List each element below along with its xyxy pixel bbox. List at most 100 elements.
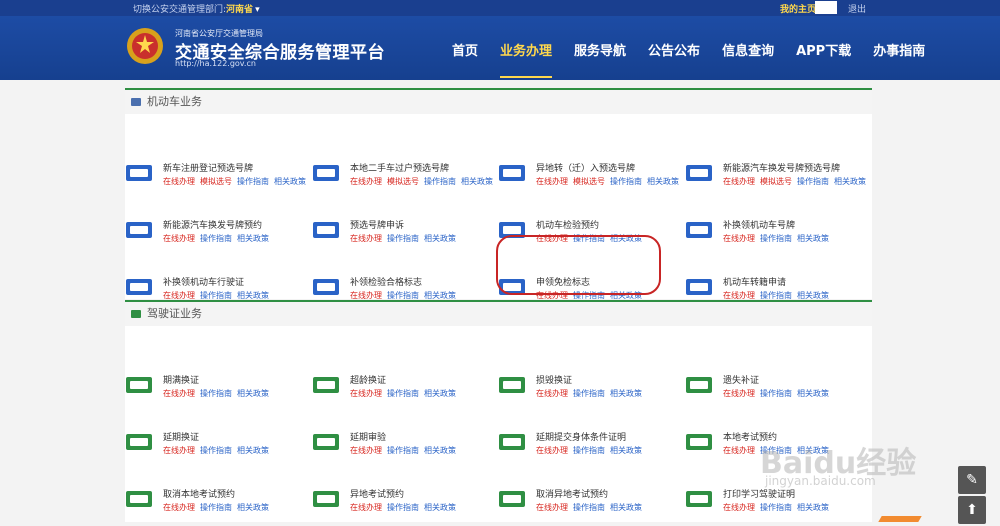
card-link[interactable]: 在线办理 bbox=[723, 234, 755, 243]
card-link[interactable]: 在线办理 bbox=[723, 446, 755, 455]
service-card[interactable]: 本地二手车过户预选号牌 在线办理 模拟选号 操作指南 相关政策 bbox=[312, 160, 493, 200]
card-link[interactable]: 相关政策 bbox=[237, 389, 269, 398]
card-title[interactable]: 延期换证 bbox=[163, 430, 199, 443]
card-link[interactable]: 相关政策 bbox=[237, 503, 269, 512]
service-card[interactable]: 延期审验在线办理 操作指南 相关政策 bbox=[312, 429, 492, 469]
caret-down-icon[interactable]: ▾ bbox=[255, 5, 260, 15]
card-link[interactable]: 操作指南 bbox=[200, 446, 232, 455]
card-title[interactable]: 取消本地考试预约 bbox=[163, 487, 235, 500]
service-card[interactable]: 新能源汽车换发号牌预约 在线办理 操作指南 相关政策 bbox=[125, 217, 305, 257]
card-link[interactable]: 相关政策 bbox=[610, 446, 642, 455]
card-link[interactable]: 在线办理 bbox=[350, 177, 382, 186]
card-title[interactable]: 预选号牌申诉 bbox=[350, 218, 404, 231]
card-link[interactable]: 在线办理 bbox=[536, 177, 568, 186]
card-link[interactable]: 在线办理 bbox=[350, 291, 382, 300]
card-link[interactable]: 操作指南 bbox=[237, 177, 269, 186]
service-card[interactable]: 损毁换证 在线办理 操作指南 相关政策 bbox=[498, 372, 678, 412]
card-link[interactable]: 相关政策 bbox=[797, 234, 829, 243]
card-title[interactable]: 机动车转籍申请 bbox=[723, 275, 786, 288]
card-link[interactable]: 操作指南 bbox=[760, 389, 792, 398]
card-link[interactable]: 模拟选号 bbox=[200, 177, 232, 186]
service-card[interactable]: 异地转（迁）入预选号牌 在线办理 模拟选号 操作指南 相关政策 bbox=[498, 160, 679, 200]
card-link[interactable]: 相关政策 bbox=[610, 389, 642, 398]
card-link[interactable]: 操作指南 bbox=[387, 291, 419, 300]
card-title[interactable]: 机动车检验预约 bbox=[536, 218, 599, 231]
card-title[interactable]: 损毁换证 bbox=[536, 373, 572, 386]
card-link[interactable]: 操作指南 bbox=[387, 389, 419, 398]
card-title[interactable]: 遗失补证 bbox=[723, 373, 759, 386]
nav-info-query[interactable]: 信息查询 bbox=[722, 40, 774, 70]
card-link[interactable]: 操作指南 bbox=[760, 291, 792, 300]
card-link[interactable]: 操作指南 bbox=[760, 234, 792, 243]
card-link[interactable]: 相关政策 bbox=[274, 177, 306, 186]
card-link[interactable]: 相关政策 bbox=[424, 291, 456, 300]
card-title[interactable]: 取消异地考试预约 bbox=[536, 487, 608, 500]
card-link[interactable]: 在线办理 bbox=[350, 503, 382, 512]
card-link[interactable]: 在线办理 bbox=[163, 389, 195, 398]
card-link[interactable]: 操作指南 bbox=[200, 503, 232, 512]
service-card[interactable]: 新车注册登记预选号牌在线办理 模拟选号 操作指南 相关政策 bbox=[125, 160, 306, 200]
card-link[interactable]: 模拟选号 bbox=[387, 177, 419, 186]
card-link[interactable]: 操作指南 bbox=[387, 503, 419, 512]
card-link[interactable]: 操作指南 bbox=[200, 234, 232, 243]
service-card[interactable]: 超龄换证在线办理 操作指南 相关政策 bbox=[312, 372, 492, 412]
card-link[interactable]: 在线办理 bbox=[163, 291, 195, 300]
province-name[interactable]: 河南省 bbox=[226, 5, 253, 15]
card-link[interactable]: 操作指南 bbox=[200, 389, 232, 398]
card-link[interactable]: 相关政策 bbox=[424, 234, 456, 243]
card-title[interactable]: 异地考试预约 bbox=[350, 487, 404, 500]
card-title[interactable]: 打印学习驾驶证明 bbox=[723, 487, 795, 500]
service-card[interactable]: 延期换证 在线办理 操作指南 相关政策 bbox=[125, 429, 305, 469]
my-homepage-link[interactable]: 我的主页 bbox=[780, 2, 816, 15]
card-link[interactable]: 在线办理 bbox=[163, 177, 195, 186]
card-title[interactable]: 期满换证 bbox=[163, 373, 199, 386]
card-link[interactable]: 操作指南 bbox=[200, 291, 232, 300]
nav-home[interactable]: 首页 bbox=[452, 40, 478, 70]
card-link[interactable]: 在线办理 bbox=[536, 446, 568, 455]
card-link[interactable]: 操作指南 bbox=[610, 177, 642, 186]
card-link[interactable]: 操作指南 bbox=[387, 446, 419, 455]
card-link[interactable]: 在线办理 bbox=[350, 234, 382, 243]
card-link[interactable]: 相关政策 bbox=[424, 446, 456, 455]
card-link[interactable]: 操作指南 bbox=[760, 503, 792, 512]
card-link[interactable]: 在线办理 bbox=[723, 389, 755, 398]
card-link[interactable]: 操作指南 bbox=[573, 446, 605, 455]
card-link[interactable]: 相关政策 bbox=[237, 446, 269, 455]
card-link[interactable]: 操作指南 bbox=[424, 177, 456, 186]
edit-icon[interactable]: ✎ bbox=[958, 466, 986, 494]
card-title[interactable]: 补领检验合格标志 bbox=[350, 275, 422, 288]
card-link[interactable]: 操作指南 bbox=[573, 503, 605, 512]
card-title[interactable]: 补换领机动车行驶证 bbox=[163, 275, 244, 288]
nav-business[interactable]: 业务办理 bbox=[500, 40, 553, 78]
card-link[interactable]: 相关政策 bbox=[797, 503, 829, 512]
card-link[interactable]: 相关政策 bbox=[237, 291, 269, 300]
department-switcher[interactable]: 切换公安交通管理部门:河南省 ▾ bbox=[133, 2, 260, 15]
nav-service-guide[interactable]: 服务导航 bbox=[574, 40, 626, 70]
card-title[interactable]: 新能源汽车换发号牌预约 bbox=[163, 218, 262, 231]
card-link[interactable]: 在线办理 bbox=[536, 503, 568, 512]
card-title[interactable]: 延期审验 bbox=[350, 430, 386, 443]
card-link[interactable]: 在线办理 bbox=[163, 234, 195, 243]
card-link[interactable]: 相关政策 bbox=[797, 389, 829, 398]
service-card[interactable]: 遗失补证在线办理 操作指南 相关政策 bbox=[685, 372, 865, 412]
service-card[interactable]: 新能源汽车换发号牌预选号牌 在线办理 模拟选号 操作指南 相关政策 bbox=[685, 160, 866, 200]
card-link[interactable]: 相关政策 bbox=[647, 177, 679, 186]
card-link[interactable]: 模拟选号 bbox=[760, 177, 792, 186]
service-card[interactable]: 补换领机动车号牌 在线办理 操作指南 相关政策 bbox=[685, 217, 865, 257]
card-link[interactable]: 在线办理 bbox=[723, 291, 755, 300]
card-link[interactable]: 在线办理 bbox=[723, 177, 755, 186]
card-link[interactable]: 相关政策 bbox=[610, 503, 642, 512]
card-title[interactable]: 异地转（迁）入预选号牌 bbox=[536, 161, 635, 174]
card-link[interactable]: 相关政策 bbox=[797, 291, 829, 300]
card-link[interactable]: 相关政策 bbox=[461, 177, 493, 186]
card-title[interactable]: 新车注册登记预选号牌 bbox=[163, 161, 253, 174]
nav-announcements[interactable]: 公告公布 bbox=[648, 40, 700, 70]
card-link[interactable]: 在线办理 bbox=[350, 389, 382, 398]
card-title[interactable]: 超龄换证 bbox=[350, 373, 386, 386]
service-card[interactable]: 预选号牌申诉 在线办理 操作指南 相关政策 bbox=[312, 217, 492, 257]
card-link[interactable]: 在线办理 bbox=[350, 446, 382, 455]
card-link[interactable]: 在线办理 bbox=[536, 389, 568, 398]
service-card[interactable]: 期满换证在线办理 操作指南 相关政策 bbox=[125, 372, 305, 412]
card-link[interactable]: 相关政策 bbox=[424, 389, 456, 398]
back-to-top-icon[interactable]: ⬆ bbox=[958, 496, 986, 524]
